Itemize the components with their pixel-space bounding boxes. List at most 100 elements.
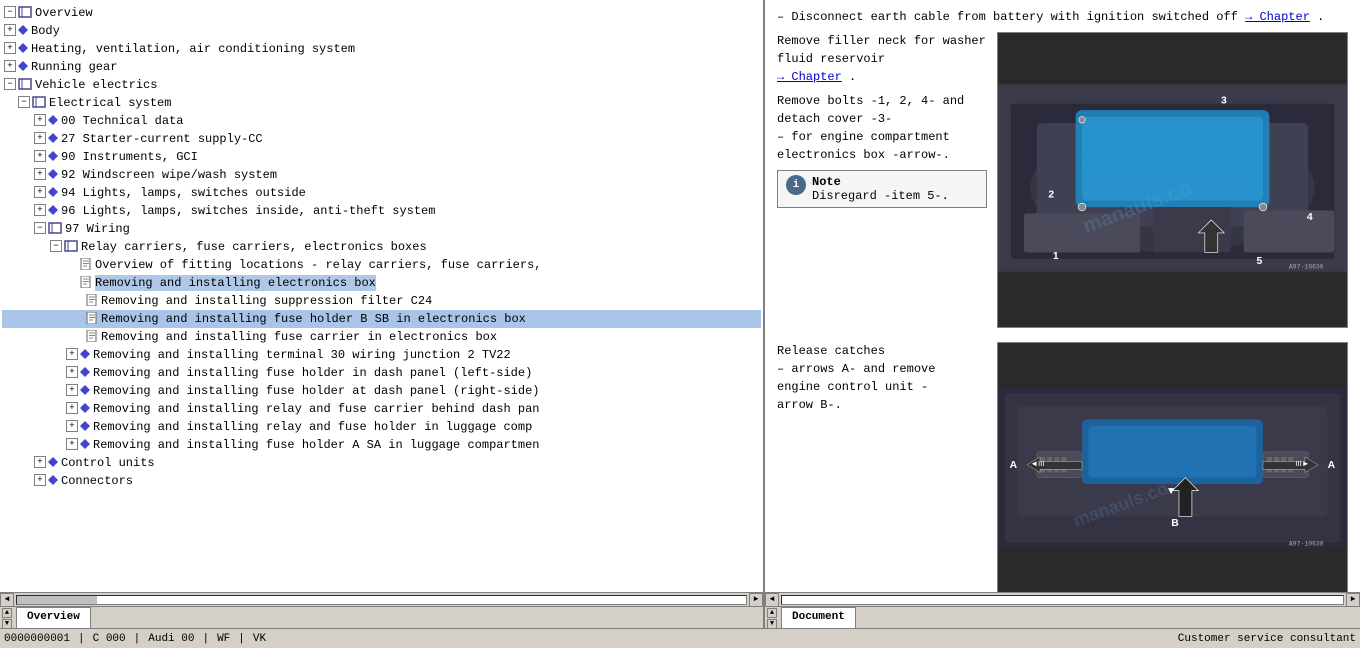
status-separator-4: | <box>238 633 245 645</box>
right-nav-up-btn[interactable]: ▲ <box>767 608 777 618</box>
diamond-icon <box>48 475 58 485</box>
tree-item-92-windscreen[interactable]: + 92 Windscreen wipe/wash system <box>2 166 761 184</box>
expand-running[interactable]: + <box>4 60 16 72</box>
diamond-icon <box>80 349 90 359</box>
expand-fuse-dash-right[interactable]: + <box>66 384 78 396</box>
engine-svg-1: 1 2 3 4 5 A97-10636 manauls.co <box>998 33 1347 323</box>
tree-label: 94 Lights, lamps, switches outside <box>61 185 306 201</box>
status-item-2: C 000 <box>93 633 126 645</box>
expand-92-windscreen[interactable]: + <box>34 168 46 180</box>
tree-item-relay-dash[interactable]: + Removing and installing relay and fuse… <box>2 400 761 418</box>
tree-item-27-starter[interactable]: + 27 Starter-current supply-CC <box>2 130 761 148</box>
tree-item-body[interactable]: + Body <box>2 22 761 40</box>
tree-item-fuse-dash-left[interactable]: + Removing and installing fuse holder in… <box>2 364 761 382</box>
tree-item-fuse-holder-a[interactable]: + Removing and installing fuse holder A … <box>2 436 761 454</box>
tree-item-control-units[interactable]: + Control units <box>2 454 761 472</box>
tree-container[interactable]: − Overview + Body + Heating, ventilation… <box>0 0 763 592</box>
engine-svg-2: A A B ◄III III► ▼ A97-10638 manauls.co <box>998 343 1347 592</box>
expand-vehicle-electrics[interactable]: − <box>4 78 16 90</box>
tree-item-removing-suppression[interactable]: Removing and installing suppression filt… <box>2 292 761 310</box>
tree-item-relay-carriers[interactable]: − Relay carriers, fuse carriers, electro… <box>2 238 761 256</box>
right-scroll-left-btn[interactable]: ◄ <box>765 593 779 607</box>
expand-94-lights[interactable]: + <box>34 186 46 198</box>
tree-label: Removing and installing suppression filt… <box>101 293 432 309</box>
scroll-right-btn[interactable]: ► <box>749 593 763 607</box>
tree-label: Removing and installing terminal 30 wiri… <box>93 347 511 363</box>
expand-electrical-system[interactable]: − <box>18 96 30 108</box>
book-icon <box>64 240 78 252</box>
instruction-4-text: Release catches – arrows A- and remove e… <box>777 342 987 414</box>
left-panel: − Overview + Body + Heating, ventilation… <box>0 0 765 628</box>
chapter-link-2[interactable]: → Chapter <box>777 70 842 84</box>
expand-27-starter[interactable]: + <box>34 132 46 144</box>
tree-item-97-wiring[interactable]: − 97 Wiring <box>2 220 761 238</box>
expand-00-tech[interactable]: + <box>34 114 46 126</box>
expand-fuse-dash-left[interactable]: + <box>66 366 78 378</box>
diamond-icon <box>80 439 90 449</box>
tree-item-00-tech[interactable]: + 00 Technical data <box>2 112 761 130</box>
scroll-left-btn[interactable]: ◄ <box>0 593 14 607</box>
tree-item-electrical-system[interactable]: − Electrical system <box>2 94 761 112</box>
chapter-link-1[interactable]: → Chapter <box>1245 10 1310 24</box>
tree-label: Connectors <box>61 473 133 489</box>
svg-text:1: 1 <box>1053 251 1059 262</box>
tree-item-removing-fuse-holder-b[interactable]: Removing and installing fuse holder B SB… <box>2 310 761 328</box>
tree-item-94-lights[interactable]: + 94 Lights, lamps, switches outside <box>2 184 761 202</box>
expand-overview[interactable]: − <box>4 6 16 18</box>
expand-relay-luggage[interactable]: + <box>66 420 78 432</box>
overview-tab[interactable]: Overview <box>16 607 91 628</box>
tree-label: Removing and installing fuse carrier in … <box>101 329 497 345</box>
tree-item-removing-electronics[interactable]: Removing and installing electronics box <box>2 274 761 292</box>
instruction-text-1: – Disconnect earth cable from battery wi… <box>777 8 1348 26</box>
expand-90-instruments[interactable]: + <box>34 150 46 162</box>
tree-item-hvac[interactable]: + Heating, ventilation, air conditioning… <box>2 40 761 58</box>
tree-item-overview[interactable]: − Overview <box>2 4 761 22</box>
tree-label: 27 Starter-current supply-CC <box>61 131 263 147</box>
expand-hvac[interactable]: + <box>4 42 16 54</box>
tree-item-96-lights[interactable]: + 96 Lights, lamps, switches inside, ant… <box>2 202 761 220</box>
expand-connectors[interactable]: + <box>34 474 46 486</box>
tree-item-removing-terminal[interactable]: + Removing and installing terminal 30 wi… <box>2 346 761 364</box>
image-column-2: A A B ◄III III► ▼ A97-10638 manauls.co <box>997 342 1348 592</box>
tree-item-vehicle-electrics[interactable]: − Vehicle electrics <box>2 76 761 94</box>
tree-item-running[interactable]: + Running gear <box>2 58 761 76</box>
svg-text:5: 5 <box>1257 256 1263 267</box>
tree-label: Relay carriers, fuse carriers, electroni… <box>81 239 427 255</box>
svg-text:III►: III► <box>1295 459 1309 468</box>
book-icon <box>32 96 46 108</box>
tree-item-connectors[interactable]: + Connectors <box>2 472 761 490</box>
document-tab[interactable]: Document <box>781 607 856 628</box>
tree-item-90-instruments[interactable]: + 90 Instruments, GCI <box>2 148 761 166</box>
expand-terminal[interactable]: + <box>66 348 78 360</box>
diamond-icon <box>80 367 90 377</box>
expand-fuse-holder-a[interactable]: + <box>66 438 78 450</box>
expand-body[interactable]: + <box>4 24 16 36</box>
right-nav-down-btn[interactable]: ▼ <box>767 619 777 629</box>
expand-relay-dash[interactable]: + <box>66 402 78 414</box>
expand-97-wiring[interactable]: − <box>34 222 46 234</box>
expand-relay-carriers[interactable]: − <box>50 240 62 252</box>
nav-up-btn[interactable]: ▲ <box>2 608 12 618</box>
expand-control-units[interactable]: + <box>34 456 46 468</box>
right-scroll-track[interactable] <box>781 595 1344 605</box>
status-separator-1: | <box>78 633 85 645</box>
svg-text:4: 4 <box>1307 212 1313 223</box>
tree-label: Overview <box>35 5 93 21</box>
right-horizontal-scrollbar[interactable]: ◄ ► <box>765 592 1360 606</box>
expand-96-lights[interactable]: + <box>34 204 46 216</box>
diamond-icon <box>48 151 58 161</box>
nav-down-btn[interactable]: ▼ <box>2 619 12 629</box>
note-title: Note <box>812 175 949 189</box>
tree-item-overview-fitting[interactable]: Overview of fitting locations - relay ca… <box>2 256 761 274</box>
svg-text:B: B <box>1171 518 1178 529</box>
tree-label: Electrical system <box>49 95 171 111</box>
horizontal-scrollbar[interactable]: ◄ ► <box>0 592 763 606</box>
svg-text:A: A <box>1328 460 1336 471</box>
scroll-track[interactable] <box>16 595 747 605</box>
tree-item-removing-fuse-carrier[interactable]: Removing and installing fuse carrier in … <box>2 328 761 346</box>
tree-item-fuse-dash-right[interactable]: + Removing and installing fuse holder at… <box>2 382 761 400</box>
scroll-thumb <box>17 596 97 604</box>
right-scroll-right-btn[interactable]: ► <box>1346 593 1360 607</box>
tree-item-relay-luggage[interactable]: + Removing and installing relay and fuse… <box>2 418 761 436</box>
doc-icon <box>86 312 98 324</box>
